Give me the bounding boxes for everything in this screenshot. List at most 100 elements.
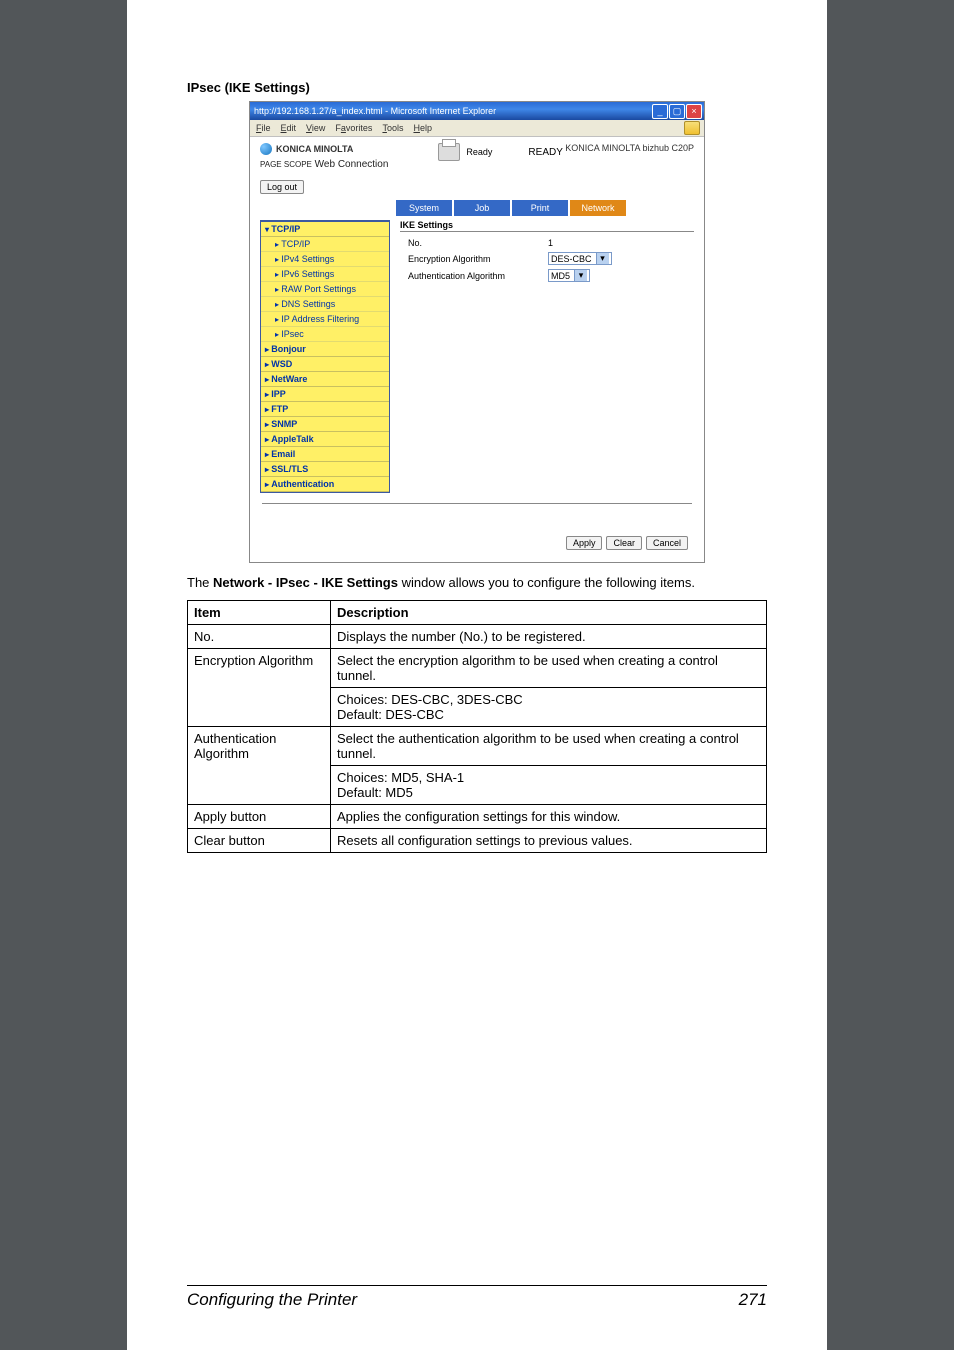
menu-view[interactable]: View bbox=[306, 123, 325, 133]
brand-block: KONICA MINOLTA PAGE SCOPE Web Connection bbox=[260, 143, 388, 170]
cell-desc: Resets all configuration settings to pre… bbox=[331, 829, 767, 853]
paragraph-bold: Network - IPsec - IKE Settings bbox=[213, 575, 398, 590]
brand-name: KONICA MINOLTA bbox=[276, 144, 353, 154]
tab-bar: System Job Print Network bbox=[250, 200, 704, 216]
table-header-row: Item Description bbox=[188, 601, 767, 625]
nav-wsd[interactable]: WSD bbox=[261, 357, 389, 372]
form-row-enc: Encryption Algorithm DES-CBC ▾ bbox=[400, 252, 694, 265]
cell-item: Clear button bbox=[188, 829, 331, 853]
nav-sub-rawport[interactable]: RAW Port Settings bbox=[261, 282, 389, 297]
content-row: TCP/IP TCP/IP IPv4 Settings IPv6 Setting… bbox=[250, 216, 704, 503]
description-table: Item Description No. Displays the number… bbox=[187, 600, 767, 853]
nav-netware[interactable]: NetWare bbox=[261, 372, 389, 387]
nav-sub-dns[interactable]: DNS Settings bbox=[261, 297, 389, 312]
table-row: Encryption Algorithm Select the encrypti… bbox=[188, 649, 767, 688]
nav-email[interactable]: Email bbox=[261, 447, 389, 462]
paragraph-pre: The bbox=[187, 575, 213, 590]
pagescope-name: Web Connection bbox=[315, 159, 389, 170]
table-row: Clear button Resets all configuration se… bbox=[188, 829, 767, 853]
nav-panel: TCP/IP TCP/IP IPv4 Settings IPv6 Setting… bbox=[260, 220, 390, 493]
form-title: IKE Settings bbox=[400, 220, 694, 232]
menu-tools[interactable]: Tools bbox=[382, 123, 403, 133]
nav-bonjour[interactable]: Bonjour bbox=[261, 342, 389, 357]
tab-print[interactable]: Print bbox=[512, 200, 568, 216]
cell-item: Encryption Algorithm bbox=[188, 649, 331, 727]
nav-appletalk[interactable]: AppleTalk bbox=[261, 432, 389, 447]
window-buttons: _ ▢ × bbox=[652, 104, 704, 119]
ready-status: READY bbox=[528, 147, 562, 158]
paragraph-post: window allows you to configure the follo… bbox=[398, 575, 695, 590]
menu-edit[interactable]: Edit bbox=[281, 123, 297, 133]
ready-label: Ready bbox=[466, 147, 492, 157]
tab-system[interactable]: System bbox=[396, 200, 452, 216]
cell-desc: Applies the configuration settings for t… bbox=[331, 805, 767, 829]
model-name: KONICA MINOLTA bizhub C20P bbox=[565, 143, 694, 153]
nav-auth[interactable]: Authentication bbox=[261, 477, 389, 492]
tab-network[interactable]: Network bbox=[570, 200, 626, 216]
form-label-auth: Authentication Algorithm bbox=[400, 271, 548, 281]
nav-sub-tcpip[interactable]: TCP/IP bbox=[261, 237, 389, 252]
form-row-no: No. 1 bbox=[400, 238, 694, 248]
auth-select-value: MD5 bbox=[551, 271, 570, 281]
window-title: http://192.168.1.27/a_index.html - Micro… bbox=[254, 106, 496, 116]
cell-desc: Select the encryption algorithm to be us… bbox=[331, 649, 767, 688]
form-label-no: No. bbox=[400, 238, 548, 248]
tab-job[interactable]: Job bbox=[454, 200, 510, 216]
window-titlebar: http://192.168.1.27/a_index.html - Micro… bbox=[250, 102, 704, 120]
nav-ssltls[interactable]: SSL/TLS bbox=[261, 462, 389, 477]
table-row: No. Displays the number (No.) to be regi… bbox=[188, 625, 767, 649]
header-bar: KONICA MINOLTA PAGE SCOPE Web Connection… bbox=[250, 137, 704, 176]
page-footer: Configuring the Printer 271 bbox=[187, 1285, 767, 1310]
status-area: Ready READY bbox=[438, 143, 562, 161]
cancel-button[interactable]: Cancel bbox=[646, 536, 688, 550]
nav-tcpip[interactable]: TCP/IP bbox=[261, 222, 389, 237]
globe-icon bbox=[260, 143, 272, 155]
client-area: KONICA MINOLTA PAGE SCOPE Web Connection… bbox=[250, 137, 704, 563]
form-value-no: 1 bbox=[548, 238, 553, 248]
cell-item: No. bbox=[188, 625, 331, 649]
table-row: Apply button Applies the configuration s… bbox=[188, 805, 767, 829]
ie-logo-icon bbox=[684, 121, 700, 135]
menu-file[interactable]: File bbox=[256, 123, 271, 133]
document-page: IPsec (IKE Settings) http://192.168.1.27… bbox=[127, 0, 827, 1350]
cell-desc: Displays the number (No.) to be register… bbox=[331, 625, 767, 649]
nav-sub-ipv6[interactable]: IPv6 Settings bbox=[261, 267, 389, 282]
logout-button[interactable]: Log out bbox=[260, 180, 304, 194]
menu-favorites[interactable]: Favorites bbox=[335, 123, 372, 133]
intro-paragraph: The Network - IPsec - IKE Settings windo… bbox=[187, 575, 767, 590]
form-panel: IKE Settings No. 1 Encryption Algorithm … bbox=[400, 220, 694, 286]
nav-sub-ipv4[interactable]: IPv4 Settings bbox=[261, 252, 389, 267]
chevron-down-icon: ▾ bbox=[596, 253, 609, 264]
apply-button[interactable]: Apply bbox=[566, 536, 603, 550]
separator bbox=[262, 503, 692, 504]
encryption-select[interactable]: DES-CBC ▾ bbox=[548, 252, 612, 265]
close-button[interactable]: × bbox=[686, 104, 702, 119]
nav-snmp[interactable]: SNMP bbox=[261, 417, 389, 432]
nav-sub-ipsec[interactable]: IPsec bbox=[261, 327, 389, 342]
header-item: Item bbox=[188, 601, 331, 625]
menu-help[interactable]: Help bbox=[413, 123, 432, 133]
screenshot: http://192.168.1.27/a_index.html - Micro… bbox=[249, 101, 705, 563]
cell-item: Apply button bbox=[188, 805, 331, 829]
cell-extra: Choices: DES-CBC, 3DES-CBC Default: DES-… bbox=[331, 688, 767, 727]
cell-item: Authentication Algorithm bbox=[188, 727, 331, 805]
footer-title: Configuring the Printer bbox=[187, 1290, 357, 1310]
footer-page: 271 bbox=[739, 1290, 767, 1310]
clear-button[interactable]: Clear bbox=[606, 536, 642, 550]
minimize-button[interactable]: _ bbox=[652, 104, 668, 119]
encryption-select-value: DES-CBC bbox=[551, 254, 592, 264]
nav-ftp[interactable]: FTP bbox=[261, 402, 389, 417]
pagescope-label: PAGE SCOPE Web Connection bbox=[260, 159, 388, 170]
form-row-auth: Authentication Algorithm MD5 ▾ bbox=[400, 269, 694, 282]
table-row: Authentication Algorithm Select the auth… bbox=[188, 727, 767, 766]
cell-desc: Select the authentication algorithm to b… bbox=[331, 727, 767, 766]
nav-sub-ipfilter[interactable]: IP Address Filtering bbox=[261, 312, 389, 327]
form-label-enc: Encryption Algorithm bbox=[400, 254, 548, 264]
nav-ipp[interactable]: IPP bbox=[261, 387, 389, 402]
menu-bar: File Edit View Favorites Tools Help bbox=[250, 120, 704, 137]
auth-select[interactable]: MD5 ▾ bbox=[548, 269, 590, 282]
logout-row: Log out bbox=[250, 176, 704, 200]
chevron-down-icon: ▾ bbox=[574, 270, 587, 281]
maximize-button[interactable]: ▢ bbox=[669, 104, 685, 119]
pagescope-prefix: PAGE SCOPE bbox=[260, 160, 312, 169]
